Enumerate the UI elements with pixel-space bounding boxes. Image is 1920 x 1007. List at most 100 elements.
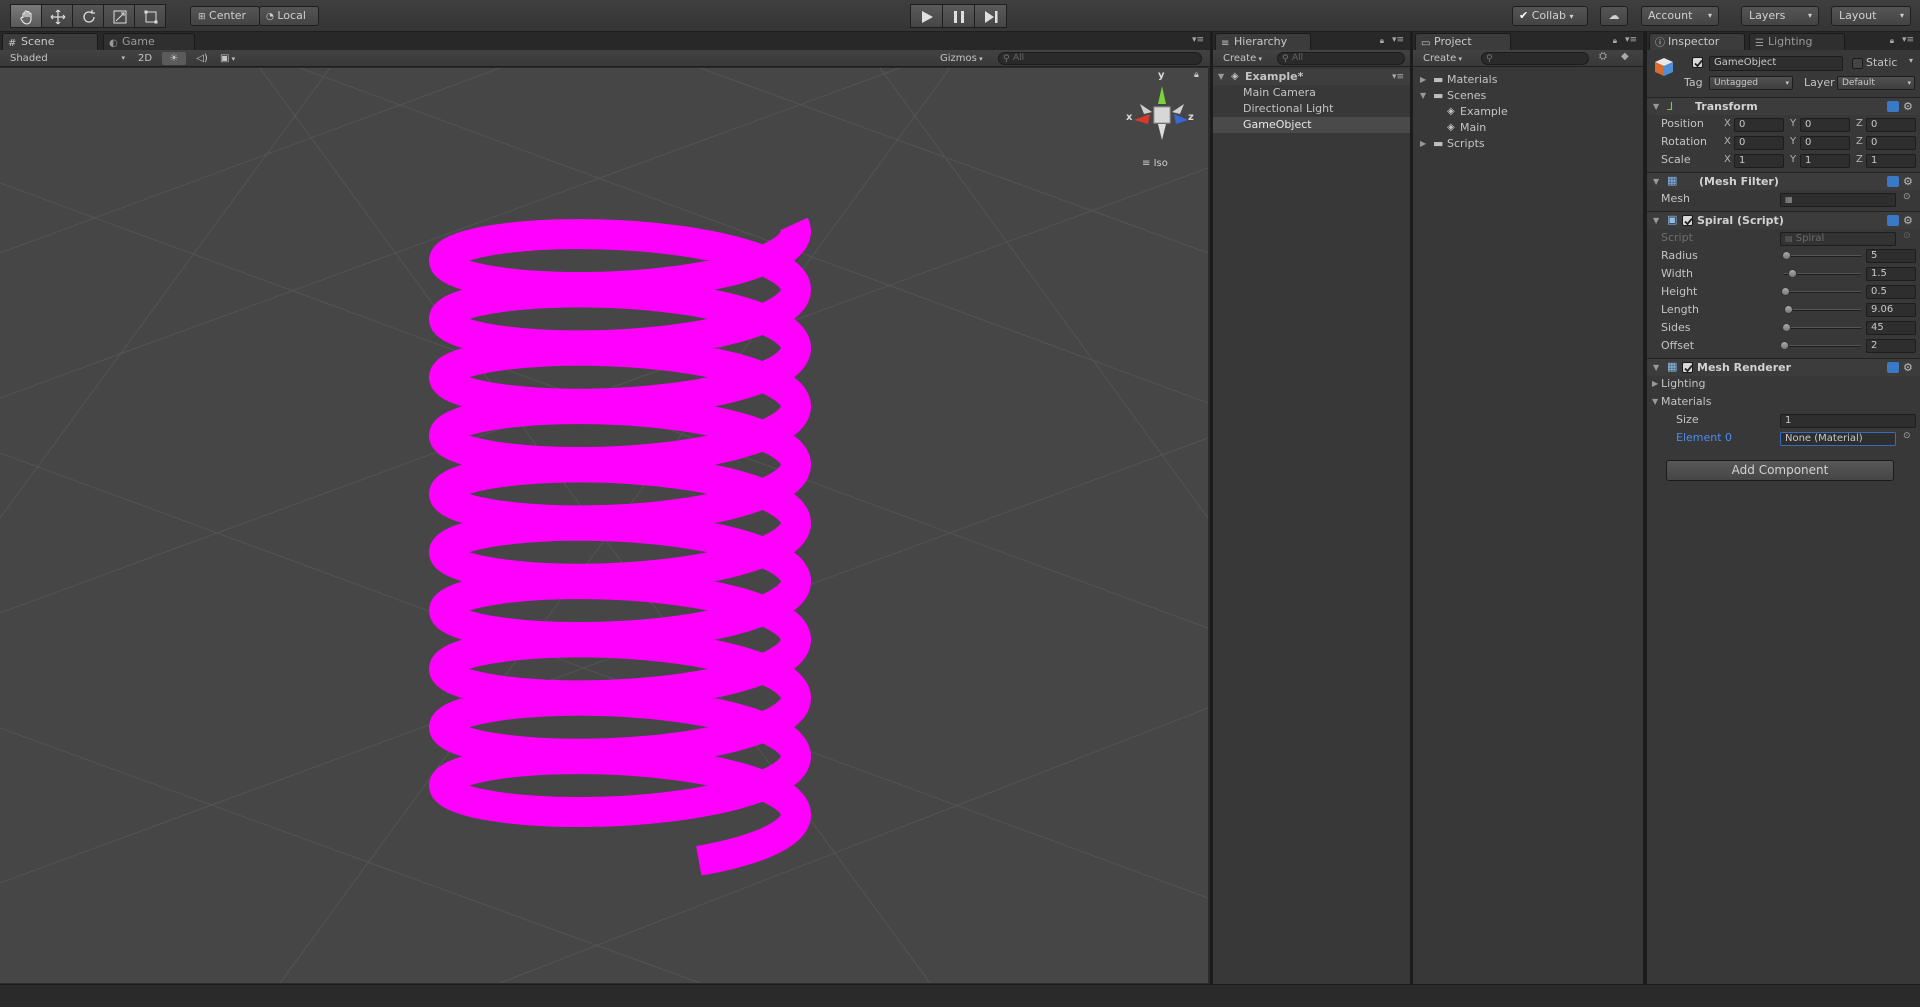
object-picker-icon[interactable]: ⊙: [1903, 192, 1911, 202]
project-create-dropdown[interactable]: Create ▾: [1423, 52, 1473, 65]
lock-icon[interactable]: 🔒︎: [1380, 36, 1384, 46]
project-search-input[interactable]: ⚲: [1481, 52, 1589, 65]
slider-knob[interactable]: [1781, 287, 1790, 296]
materials-size-field[interactable]: 1: [1780, 414, 1916, 428]
scale-tool-button[interactable]: [103, 4, 135, 28]
hierarchy-item[interactable]: Directional Light: [1213, 101, 1410, 117]
tab-hierarchy[interactable]: ≡ Hierarchy: [1215, 33, 1311, 50]
slider-track[interactable]: [1784, 309, 1861, 311]
rotation-x-field[interactable]: 0: [1734, 136, 1784, 150]
project-scene-asset[interactable]: ◈ Example: [1413, 104, 1643, 120]
help-book-icon[interactable]: [1887, 362, 1899, 373]
slider-track[interactable]: [1784, 327, 1861, 329]
step-button[interactable]: [974, 4, 1007, 28]
scale-y-field[interactable]: 1: [1800, 154, 1850, 168]
scene-menu-icon[interactable]: ▾≡: [1392, 69, 1404, 85]
spiral-width-field[interactable]: 1.5: [1866, 267, 1916, 281]
position-z-field[interactable]: 0: [1866, 118, 1916, 132]
slider-knob[interactable]: [1780, 341, 1789, 350]
panel-menu-icon[interactable]: ▾≡: [1192, 35, 1204, 45]
filter-label-icon[interactable]: ◆: [1621, 51, 1629, 62]
mesh-filter-component-header[interactable]: ▼ ▦ (Mesh Filter) ⚙: [1647, 172, 1920, 190]
position-x-field[interactable]: 0: [1734, 118, 1784, 132]
filter-type-icon[interactable]: ⛭: [1599, 51, 1607, 62]
object-picker-icon[interactable]: ⊙: [1903, 431, 1911, 441]
tab-lighting[interactable]: ☰ Lighting: [1749, 33, 1845, 50]
hand-tool-button[interactable]: [10, 4, 42, 28]
account-dropdown[interactable]: Account ▾: [1641, 6, 1719, 26]
help-book-icon[interactable]: [1887, 101, 1899, 112]
rotation-z-field[interactable]: 0: [1866, 136, 1916, 150]
position-y-field[interactable]: 0: [1800, 118, 1850, 132]
gear-icon[interactable]: ⚙: [1903, 361, 1913, 374]
panel-menu-icon[interactable]: ▾≡: [1392, 35, 1404, 45]
rotate-tool-button[interactable]: [72, 4, 104, 28]
lock-icon[interactable]: 🔒︎: [1194, 70, 1199, 80]
spiral-length-field[interactable]: 9.06: [1866, 303, 1916, 317]
lock-icon[interactable]: 🔒︎: [1613, 36, 1617, 46]
pause-button[interactable]: [942, 4, 975, 28]
gear-icon[interactable]: ⚙: [1903, 100, 1913, 113]
spiral-mesh[interactable]: [0, 68, 1208, 983]
lighting-foldout[interactable]: ▶ Lighting: [1647, 376, 1920, 392]
mesh-object-field[interactable]: ▦: [1780, 193, 1896, 207]
lock-icon[interactable]: 🔒︎: [1890, 36, 1894, 46]
scene-search-input[interactable]: ⚲ All: [998, 52, 1202, 65]
hierarchy-search-input[interactable]: ⚲ All: [1277, 52, 1405, 65]
scale-z-field[interactable]: 1: [1866, 154, 1916, 168]
orientation-gizmo[interactable]: y x z 🔒︎: [1122, 70, 1202, 154]
mesh-renderer-component-header[interactable]: ▼ ▦ Mesh Renderer ⚙: [1647, 358, 1920, 376]
project-folder-row[interactable]: ▶ ▬ Scripts: [1413, 136, 1643, 152]
scene-root-row[interactable]: ▼ ◈ Example* ▾≡: [1213, 69, 1410, 85]
material-element-field[interactable]: None (Material): [1780, 432, 1896, 446]
slider-knob[interactable]: [1782, 323, 1791, 332]
audio-toggle[interactable]: ◁): [193, 52, 211, 65]
slider-track[interactable]: [1784, 255, 1861, 257]
slider-knob[interactable]: [1784, 305, 1793, 314]
pivot-center-toggle[interactable]: ⊞ Center: [190, 6, 260, 26]
pivot-space-toggle[interactable]: ◔ Local: [259, 6, 319, 26]
scale-x-field[interactable]: 1: [1734, 154, 1784, 168]
gear-icon[interactable]: ⚙: [1903, 214, 1913, 227]
active-checkbox[interactable]: [1692, 57, 1703, 68]
layers-dropdown[interactable]: Layers ▾: [1741, 6, 1819, 26]
tab-scene[interactable]: # Scene: [2, 33, 98, 50]
gear-icon[interactable]: ⚙: [1903, 175, 1913, 188]
static-checkbox[interactable]: [1852, 58, 1863, 69]
collab-dropdown[interactable]: ✔ Collab ▾: [1512, 6, 1588, 26]
slider-knob[interactable]: [1782, 251, 1791, 260]
spiral-coil[interactable]: [429, 211, 811, 876]
gizmos-dropdown[interactable]: Gizmos ▾: [940, 52, 990, 65]
layout-dropdown[interactable]: Layout ▾: [1831, 6, 1911, 26]
spiral-radius-field[interactable]: 5: [1866, 249, 1916, 263]
2d-toggle[interactable]: 2D: [134, 52, 156, 65]
tag-dropdown[interactable]: Untagged ▾: [1709, 76, 1793, 90]
tab-game[interactable]: ◐ Game: [103, 33, 195, 50]
help-book-icon[interactable]: [1887, 176, 1899, 187]
tab-inspector[interactable]: ⓘ Inspector: [1649, 33, 1745, 50]
cloud-button[interactable]: ☁: [1600, 6, 1628, 26]
panel-menu-icon[interactable]: ▾≡: [1625, 35, 1637, 45]
help-book-icon[interactable]: [1887, 215, 1899, 226]
add-component-button[interactable]: Add Component: [1666, 460, 1894, 481]
tab-project[interactable]: ▭ Project: [1415, 33, 1511, 50]
shading-mode-dropdown[interactable]: Shaded ▾: [10, 52, 125, 65]
component-enabled-checkbox[interactable]: [1682, 215, 1693, 226]
project-folder-row[interactable]: ▼ ▬ Scenes: [1413, 88, 1643, 104]
spiral-offset-field[interactable]: 2: [1866, 339, 1916, 353]
layer-dropdown[interactable]: Default ▾: [1837, 76, 1915, 90]
rect-tool-button[interactable]: [134, 4, 166, 28]
move-tool-button[interactable]: [41, 4, 73, 28]
play-button[interactable]: [910, 4, 943, 28]
spiral-script-component-header[interactable]: ▼ ▣ Spiral (Script) ⚙: [1647, 211, 1920, 229]
hierarchy-item-selected[interactable]: GameObject: [1213, 117, 1410, 133]
rotation-y-field[interactable]: 0: [1800, 136, 1850, 150]
slider-knob[interactable]: [1788, 269, 1797, 278]
slider-track[interactable]: [1784, 291, 1861, 293]
component-enabled-checkbox[interactable]: [1682, 362, 1693, 373]
transform-component-header[interactable]: ▼ ⅃ Transform ⚙: [1647, 97, 1920, 115]
materials-foldout[interactable]: ▼ Materials: [1647, 394, 1920, 410]
spiral-sides-field[interactable]: 45: [1866, 321, 1916, 335]
hierarchy-item[interactable]: Main Camera: [1213, 85, 1410, 101]
lighting-toggle[interactable]: ☀: [162, 52, 186, 65]
